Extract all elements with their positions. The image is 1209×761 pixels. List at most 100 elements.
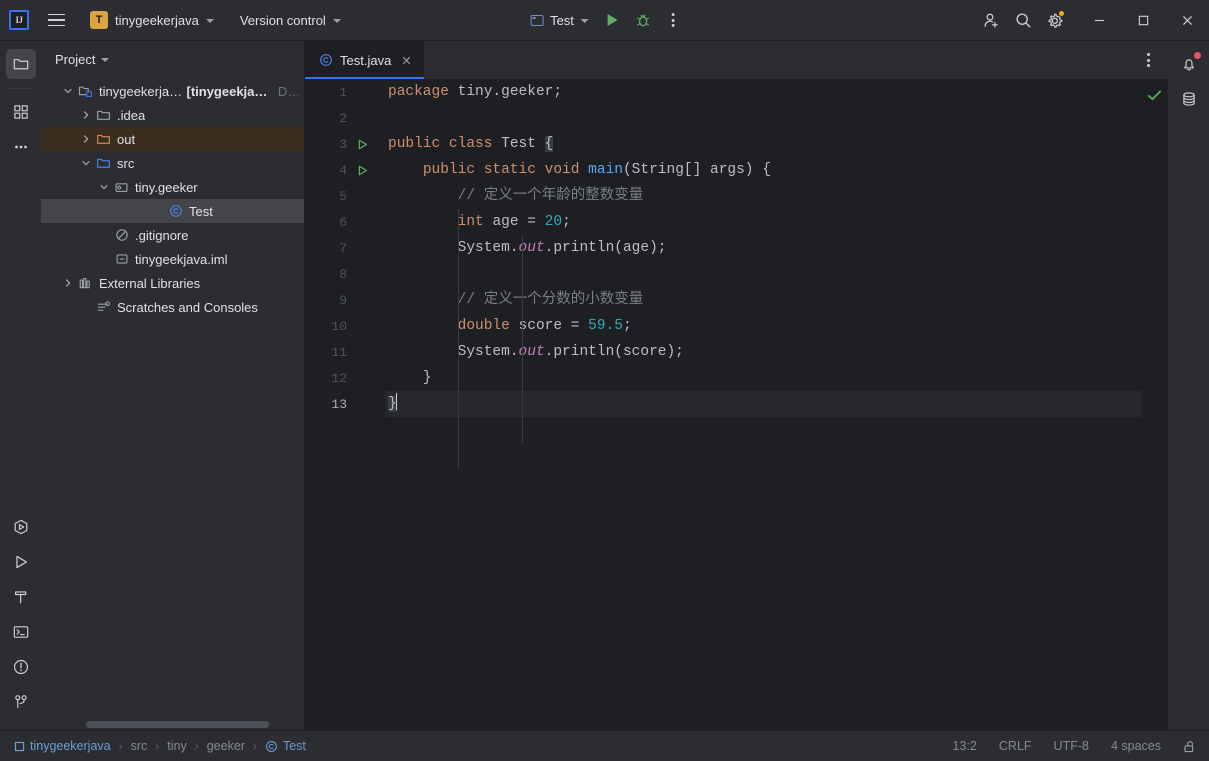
breadcrumb-item[interactable]: tiny [165, 737, 188, 755]
chevron-right-icon[interactable] [59, 278, 77, 288]
tree-label: .idea [117, 107, 146, 123]
code-line[interactable]: int age = 20; [385, 209, 1142, 235]
search-everywhere-button[interactable] [1009, 6, 1037, 34]
version-control-selector[interactable]: Version control [233, 9, 348, 32]
code-line[interactable]: System.out.println(score); [385, 339, 1142, 365]
tree-node-package[interactable]: tiny.geeker [41, 175, 304, 199]
maximize-button[interactable] [1121, 0, 1165, 41]
tree-label: Test [189, 203, 213, 219]
tree-node-project-root[interactable]: tinygeekerjava [tinygeekjava] D:\t [41, 79, 304, 103]
run-button[interactable] [599, 6, 627, 34]
warning-circle-icon [13, 659, 28, 675]
sidebar-item-version-control[interactable] [6, 687, 36, 717]
code-line[interactable]: } [385, 365, 1142, 391]
code-line[interactable] [385, 105, 1142, 131]
sidebar-item-services[interactable] [6, 512, 36, 542]
project-tree[interactable]: tinygeekerjava [tinygeekjava] D:\t .idea [41, 77, 304, 730]
close-tab-button[interactable] [398, 52, 414, 68]
editor-options-button[interactable] [1134, 46, 1162, 74]
code-token: ; [622, 318, 632, 334]
ok-check-icon [1146, 87, 1163, 109]
code-line[interactable]: } [385, 391, 1142, 417]
sidebar-item-more-tool-windows[interactable] [6, 132, 36, 162]
chevron-down-icon[interactable] [77, 158, 95, 168]
code-content[interactable]: package tiny.geeker; public class Test { … [385, 79, 1142, 730]
tree-node-gitignore[interactable]: .gitignore [41, 223, 304, 247]
breadcrumb-separator: › [155, 739, 160, 753]
sidebar-item-build[interactable] [6, 582, 36, 612]
tree-node-src[interactable]: src [41, 151, 304, 175]
breadcrumb-label: geeker [206, 739, 245, 753]
left-tool-window-bar [0, 41, 41, 730]
tree-node-iml-file[interactable]: tinygeekjava.iml [41, 247, 304, 271]
chevron-right-icon[interactable] [77, 110, 95, 120]
code-line[interactable]: // 定义一个分数的小数变量 [385, 287, 1142, 313]
chevron-down-icon[interactable] [95, 182, 113, 192]
run-gutter-icon[interactable] [351, 138, 373, 151]
add-account-button[interactable] [977, 6, 1005, 34]
main-menu-icon[interactable] [39, 5, 73, 35]
gutter-line: 2 [305, 105, 385, 131]
file-encoding[interactable]: UTF-8 [1051, 737, 1092, 755]
blocks-icon [13, 105, 28, 119]
run-toolbar: Test [522, 6, 687, 34]
line-number: 5 [339, 188, 347, 204]
scrollbar-thumb[interactable] [86, 721, 269, 728]
settings-button[interactable] [1041, 6, 1069, 34]
code-line[interactable]: // 定义一个年龄的整数变量 [385, 183, 1142, 209]
breadcrumb-item[interactable]: Test [263, 737, 308, 755]
scratches-icon [95, 300, 112, 315]
database-tool-window-button[interactable] [1174, 84, 1204, 114]
tree-node-out[interactable]: out [41, 127, 304, 151]
indent-setting[interactable]: 4 spaces [1108, 737, 1164, 755]
run-configuration-selector[interactable]: Test [522, 9, 597, 32]
sidebar-item-project[interactable] [5, 49, 36, 79]
code-editor[interactable]: 1 2 3 4 5 6 7 8 9 10 11 12 13 package tiny.geeker; pu… [305, 79, 1168, 730]
chevron-right-icon[interactable] [77, 134, 95, 144]
sidebar-item-structure[interactable] [6, 97, 36, 127]
breadcrumb-item[interactable]: tinygeekerjava [12, 737, 113, 755]
code-line[interactable]: System.out.println(age); [385, 235, 1142, 261]
tree-node-idea[interactable]: .idea [41, 103, 304, 127]
code-line[interactable]: public static void main(String[] args) { [385, 157, 1142, 183]
tree-node-external-libraries[interactable]: External Libraries [41, 271, 304, 295]
project-badge-icon: T [90, 11, 108, 29]
breadcrumb-item[interactable]: geeker [205, 737, 247, 755]
libraries-icon [77, 276, 94, 291]
intellij-logo-icon[interactable]: IJ [9, 10, 29, 30]
code-line[interactable]: public class Test { [385, 131, 1142, 157]
module-icon [14, 741, 25, 752]
breadcrumb-separator: › [118, 739, 123, 753]
project-tree-horizontal-scrollbar[interactable] [41, 719, 304, 730]
code-token: // 定义一个年龄的整数变量 [457, 188, 644, 204]
caret-position[interactable]: 13:2 [950, 737, 980, 755]
code-line[interactable]: double score = 59.5; [385, 313, 1142, 339]
chevron-down-icon [101, 58, 110, 62]
sidebar-item-problems[interactable] [6, 652, 36, 682]
chevron-down-icon[interactable] [59, 86, 77, 96]
breadcrumb-item[interactable]: src [129, 737, 150, 755]
gutter-line: 12 [305, 365, 385, 391]
tree-node-test-class[interactable]: Test [41, 199, 304, 223]
inspection-gutter[interactable] [1142, 79, 1168, 730]
sidebar-item-terminal[interactable] [6, 617, 36, 647]
project-selector[interactable]: T tinygeekerjava [83, 7, 221, 33]
editor-gutter[interactable]: 1 2 3 4 5 6 7 8 9 10 11 12 13 [305, 79, 385, 730]
line-number: 3 [339, 136, 347, 152]
code-line[interactable]: package tiny.geeker; [385, 79, 1142, 105]
project-panel-header[interactable]: Project [41, 41, 304, 77]
close-window-button[interactable] [1165, 0, 1209, 41]
readonly-toggle-button[interactable] [1180, 737, 1199, 756]
version-control-label: Version control [239, 12, 326, 28]
line-separator[interactable]: CRLF [996, 737, 1035, 755]
indent-guide [458, 209, 459, 469]
debug-button[interactable] [629, 6, 657, 34]
code-line[interactable] [385, 261, 1142, 287]
notifications-button[interactable] [1174, 49, 1204, 79]
sidebar-item-run[interactable] [6, 547, 36, 577]
editor-tab-test-java[interactable]: Test.java [305, 41, 425, 79]
more-run-options-button[interactable] [659, 6, 687, 34]
run-gutter-icon[interactable] [351, 164, 373, 177]
tree-node-scratches[interactable]: Scratches and Consoles [41, 295, 304, 319]
minimize-button[interactable] [1077, 0, 1121, 41]
